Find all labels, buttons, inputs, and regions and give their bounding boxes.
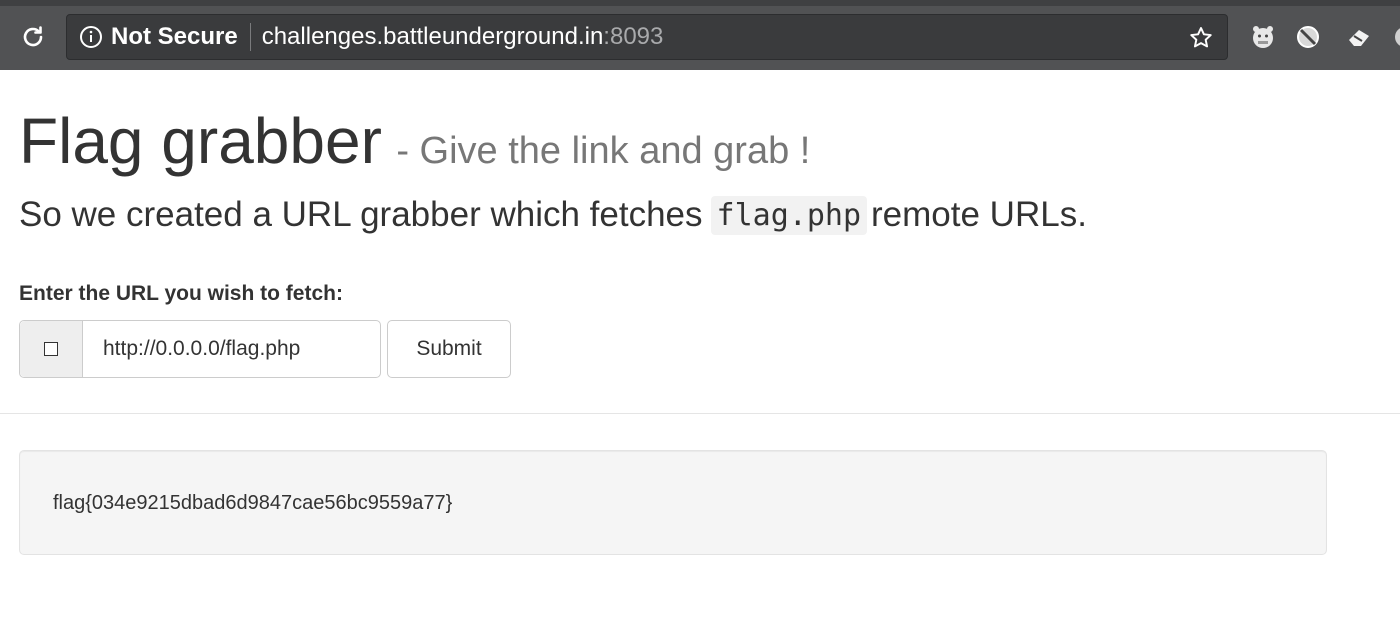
lead-prefix: So we created a URL grabber which fetche… <box>19 195 703 234</box>
reload-icon[interactable] <box>18 22 48 52</box>
address-bar[interactable]: Not Secure challenges.battleunderground.… <box>66 14 1228 60</box>
url-input[interactable] <box>83 321 380 377</box>
extension-hamster-icon[interactable] <box>1248 22 1278 52</box>
url-input-group <box>19 320 381 378</box>
url-field-label: Enter the URL you wish to fetch: <box>19 282 343 305</box>
lead-paragraph: So we created a URL grabber which fetche… <box>19 195 1087 235</box>
url-host[interactable]: challenges.battleunderground.in <box>262 23 604 51</box>
flag-result-text: flag{034e9215dbad6d9847cae56bc9559a77} <box>53 492 453 514</box>
lead-code: flag.php <box>710 195 868 235</box>
divider <box>0 413 1400 414</box>
extension-profile-icon[interactable] <box>1388 22 1400 52</box>
info-icon[interactable] <box>79 25 103 49</box>
page-title: Flag grabber <box>19 105 382 177</box>
extension-block-icon[interactable] <box>1293 22 1323 52</box>
security-indicator[interactable]: Not Secure <box>111 23 238 51</box>
submit-button[interactable]: Submit <box>387 320 511 378</box>
page-header: Flag grabber - Give the link and grab ! <box>19 104 810 178</box>
square-icon <box>44 342 58 356</box>
lead-suffix: remote URLs. <box>871 195 1087 234</box>
star-icon[interactable] <box>1187 24 1215 52</box>
tab-strip <box>0 0 1400 6</box>
extension-eraser-icon[interactable] <box>1344 22 1374 52</box>
page-subtitle: - Give the link and grab ! <box>396 130 811 172</box>
result-well: flag{034e9215dbad6d9847cae56bc9559a77} <box>19 450 1327 555</box>
browser-toolbar: Not Secure challenges.battleunderground.… <box>0 0 1400 70</box>
input-addon <box>20 321 83 377</box>
url-separator <box>249 23 251 51</box>
url-port[interactable]: :8093 <box>603 23 663 51</box>
